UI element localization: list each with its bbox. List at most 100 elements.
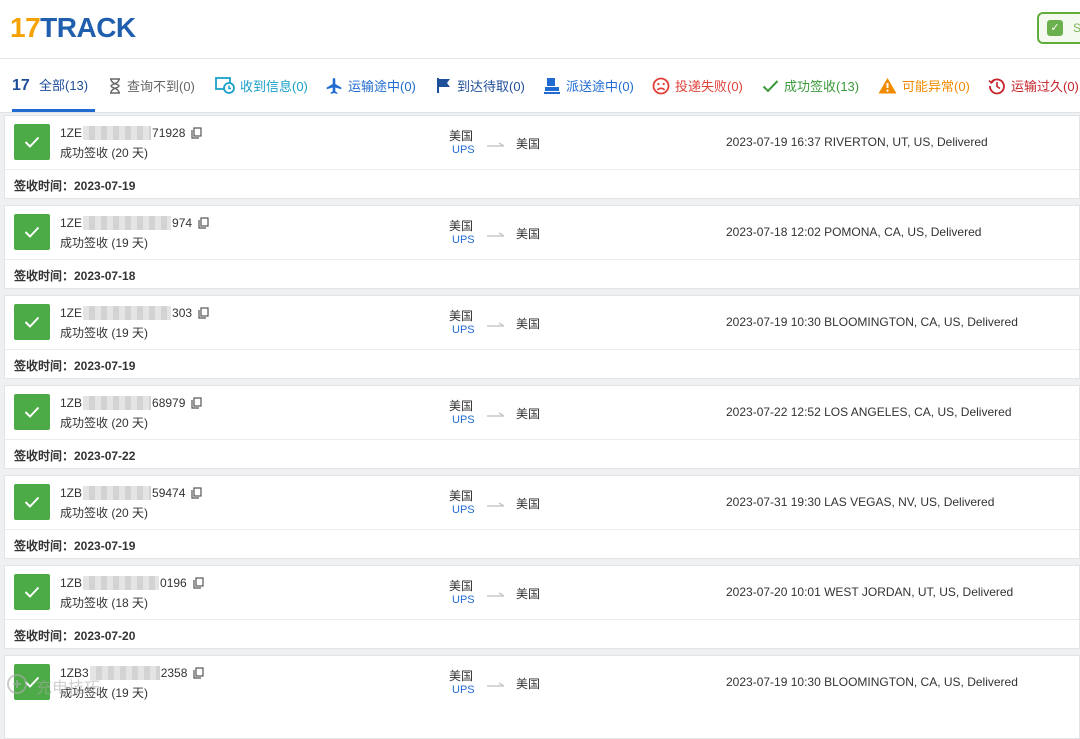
shopify-button[interactable]: ✓ S <box>1037 12 1080 44</box>
status-text: 成功签收 (20 天) <box>60 146 149 160</box>
delivery-date: 签收时间：2023-07-18 <box>14 269 136 283</box>
tracking-number-suffix: 303 <box>172 306 193 320</box>
carrier-link[interactable]: UPS <box>452 504 475 516</box>
origin-country: 美国 <box>449 219 474 233</box>
tracking-number-suffix: 0196 <box>160 576 187 590</box>
tab-all[interactable]: 17 全部(13) <box>12 59 95 112</box>
shipment-card[interactable]: 1ZB 59474 成功签收 (20 天) 美国 UPS 美国 2023-07-3… <box>4 475 1080 559</box>
status-text: 成功签收 (18 天) <box>60 596 149 610</box>
logo-number: 17 <box>10 12 41 43</box>
latest-event: 2023-07-19 16:37 RIVERTON, UT, US, Deliv… <box>726 135 988 149</box>
status-text: 成功签收 (20 天) <box>60 416 149 430</box>
carrier-link[interactable]: UPS <box>452 324 475 336</box>
warning-icon <box>878 77 897 94</box>
shipment-card[interactable]: 1ZE 974 成功签收 (19 天) 美国 UPS 美国 2023-07-18 … <box>4 205 1080 289</box>
latest-event: 2023-07-18 12:02 POMONA, CA, US, Deliver… <box>726 225 982 239</box>
carrier-link[interactable]: UPS <box>452 684 475 696</box>
latest-event: 2023-07-31 19:30 LAS VEGAS, NV, US, Deli… <box>726 495 995 509</box>
info-received-icon <box>215 77 235 94</box>
tab-in-transit[interactable]: 运输途中(0) <box>325 59 416 112</box>
tracking-number-suffix: 68979 <box>152 396 186 410</box>
redacted-number <box>83 306 172 320</box>
tracking-number[interactable]: 1ZB 0196 <box>60 576 204 590</box>
tab-info-received[interactable]: 收到信息(0) <box>215 59 308 112</box>
redacted-number <box>83 396 152 410</box>
tracking-number-prefix: 1ZE <box>60 306 83 320</box>
tab-undelivered[interactable]: 投递失败(0) <box>652 59 743 112</box>
destination-country: 美国 <box>516 587 541 601</box>
card-divider <box>5 349 1079 350</box>
tracking-number-prefix: 1ZB <box>60 486 83 500</box>
tracking-number-prefix: 1ZE <box>60 126 83 140</box>
carrier-link[interactable]: UPS <box>452 234 475 246</box>
carrier-link[interactable]: UPS <box>452 414 475 426</box>
delivery-date: 签收时间：2023-07-19 <box>14 539 136 553</box>
tracking-number-prefix: 1ZE <box>60 216 83 230</box>
card-divider <box>5 439 1079 440</box>
watermark: 充电技巧 <box>6 672 166 700</box>
17track-logo[interactable]: 17TRACK <box>10 13 136 43</box>
latest-event: 2023-07-20 10:01 WEST JORDAN, UT, US, De… <box>726 585 1014 599</box>
delivered-check-icon <box>14 124 50 160</box>
delivery-date: 签收时间：2023-07-22 <box>14 449 136 463</box>
carrier-link[interactable]: UPS <box>452 144 475 156</box>
shipment-card[interactable]: 1ZE 303 成功签收 (19 天) 美国 UPS 美国 2023-07-19 … <box>4 295 1080 379</box>
copy-icon[interactable] <box>191 127 202 139</box>
watermark-text: 充电技巧 <box>36 680 101 697</box>
tab-notfound[interactable]: 查询不到(0) <box>108 59 195 112</box>
tracking-number[interactable]: 1ZE 71928 <box>60 126 202 140</box>
copy-icon[interactable] <box>198 217 209 229</box>
courier-icon <box>543 77 561 95</box>
tab-alert[interactable]: 可能异常(0) <box>878 59 970 112</box>
origin-country: 美国 <box>449 489 474 503</box>
delivered-check-icon <box>14 484 50 520</box>
sad-face-icon <box>652 77 670 95</box>
delivery-date: 签收时间：2023-07-19 <box>14 359 136 373</box>
watermark-logo-icon <box>6 673 30 700</box>
copy-icon[interactable] <box>191 397 202 409</box>
origin-country: 美国 <box>449 399 474 413</box>
tab-pickup[interactable]: 到达待取(0) <box>436 59 525 112</box>
hourglass-icon <box>108 77 122 94</box>
shopify-button-label: S <box>1073 21 1080 35</box>
tracking-number-suffix: 974 <box>172 216 193 230</box>
destination-country: 美国 <box>516 317 541 331</box>
clock-history-icon <box>988 77 1006 95</box>
copy-icon[interactable] <box>193 667 204 679</box>
route-arrow-icon <box>486 586 506 604</box>
redacted-number <box>83 216 172 230</box>
route-arrow-icon <box>486 496 506 514</box>
tab-label: 可能异常(0) <box>902 79 970 94</box>
latest-event: 2023-07-22 12:52 LOS ANGELES, CA, US, De… <box>726 405 1012 419</box>
shipment-card[interactable]: 1ZB 0196 成功签收 (18 天) 美国 UPS 美国 2023-07-20… <box>4 565 1080 649</box>
tab-expired[interactable]: 运输过久(0) <box>988 59 1079 112</box>
tab-delivered[interactable]: 成功签收(13) <box>762 59 859 112</box>
card-divider <box>5 529 1079 530</box>
copy-icon[interactable] <box>198 307 209 319</box>
origin-country: 美国 <box>449 129 474 143</box>
tracking-number[interactable]: 1ZB 59474 <box>60 486 202 500</box>
copy-icon[interactable] <box>191 487 202 499</box>
status-text: 成功签收 (19 天) <box>60 326 149 340</box>
top-header: 17TRACK ✓ S <box>0 0 1080 59</box>
carrier-link[interactable]: UPS <box>452 594 475 606</box>
status-tabs: 17 全部(13) 查询不到(0) 收到信息(0) 运输途中(0) 到达待取(0… <box>0 59 1080 113</box>
shipment-card[interactable]: 1ZB 68979 成功签收 (20 天) 美国 UPS 美国 2023-07-2… <box>4 385 1080 469</box>
route-arrow-icon <box>486 316 506 334</box>
redacted-number <box>83 126 152 140</box>
destination-country: 美国 <box>516 227 541 241</box>
tab-label: 到达待取(0) <box>457 79 525 94</box>
redacted-number <box>83 576 160 590</box>
status-text: 成功签收 (19 天) <box>60 236 149 250</box>
destination-country: 美国 <box>516 137 541 151</box>
tracking-number[interactable]: 1ZE 303 <box>60 306 209 320</box>
copy-icon[interactable] <box>193 577 204 589</box>
shopping-bag-icon: ✓ <box>1047 20 1063 36</box>
tab-label: 全部(13) <box>39 77 89 93</box>
tracking-number-suffix: 71928 <box>152 126 186 140</box>
tracking-number[interactable]: 1ZE 974 <box>60 216 209 230</box>
tab-delivering[interactable]: 派送途中(0) <box>543 59 634 112</box>
route-arrow-icon <box>486 226 506 244</box>
tracking-number[interactable]: 1ZB 68979 <box>60 396 202 410</box>
shipment-card[interactable]: 1ZE 71928 成功签收 (20 天) 美国 UPS 美国 2023-07-1… <box>4 115 1080 199</box>
